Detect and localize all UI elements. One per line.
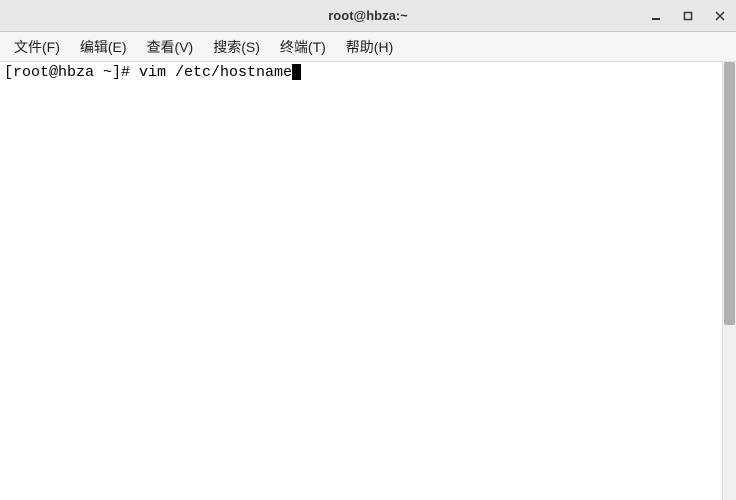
window-title: root@hbza:~ bbox=[0, 8, 736, 23]
menu-search[interactable]: 搜索(S) bbox=[205, 34, 268, 60]
menu-view[interactable]: 查看(V) bbox=[139, 34, 202, 60]
minimize-button[interactable] bbox=[644, 4, 668, 28]
close-button[interactable] bbox=[708, 4, 732, 28]
minimize-icon bbox=[651, 11, 661, 21]
menubar: 文件(F) 编辑(E) 查看(V) 搜索(S) 终端(T) 帮助(H) bbox=[0, 32, 736, 62]
terminal-cursor bbox=[292, 64, 301, 80]
terminal-command: vim /etc/hostname bbox=[139, 64, 292, 81]
terminal-area[interactable]: [root@hbza ~]# vim /etc/hostname bbox=[0, 62, 736, 500]
menu-file[interactable]: 文件(F) bbox=[6, 34, 68, 60]
close-icon bbox=[715, 11, 725, 21]
menu-terminal[interactable]: 终端(T) bbox=[272, 34, 334, 60]
terminal-content: [root@hbza ~]# vim /etc/hostname bbox=[0, 62, 736, 84]
menu-edit[interactable]: 编辑(E) bbox=[72, 34, 135, 60]
scrollbar-thumb[interactable] bbox=[724, 62, 735, 325]
maximize-icon bbox=[683, 11, 693, 21]
menu-help[interactable]: 帮助(H) bbox=[338, 34, 401, 60]
window-titlebar: root@hbza:~ bbox=[0, 0, 736, 32]
window-controls bbox=[644, 0, 732, 32]
maximize-button[interactable] bbox=[676, 4, 700, 28]
terminal-prompt: [root@hbza ~]# bbox=[4, 64, 139, 81]
vertical-scrollbar[interactable] bbox=[722, 62, 736, 500]
